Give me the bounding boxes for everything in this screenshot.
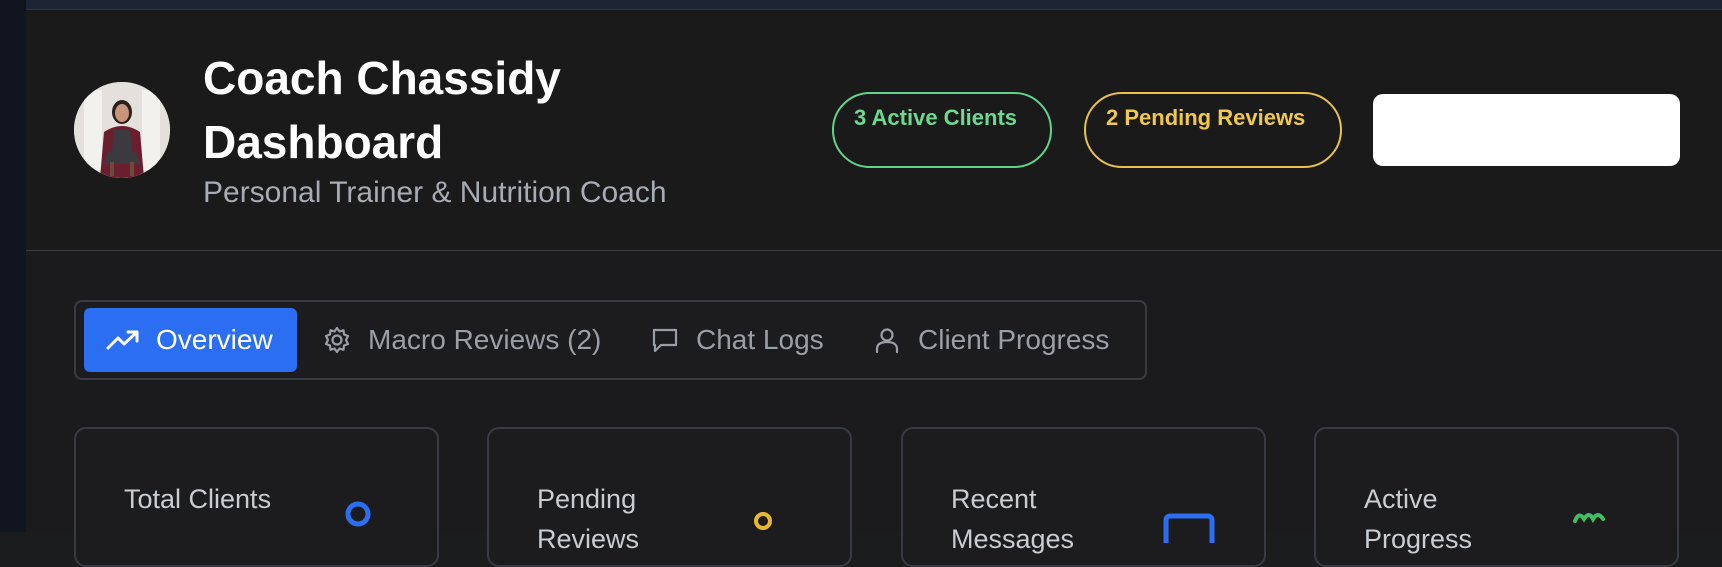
clock-icon bbox=[751, 509, 775, 533]
stat-card-label: Total Clients bbox=[124, 479, 294, 519]
activity-icon bbox=[1571, 509, 1611, 539]
page-title: Coach Chassidy Dashboard bbox=[203, 46, 623, 174]
dashboard-main: Coach Chassidy Dashboard Personal Traine… bbox=[26, 10, 1722, 532]
tab-bar: Overview Macro Reviews (2) Chat Logs Cli… bbox=[74, 300, 1147, 380]
user-icon bbox=[872, 325, 902, 355]
stat-card-pending-reviews: Pending Reviews bbox=[487, 427, 852, 567]
chat-bubble-icon bbox=[650, 325, 680, 355]
stat-card-recent-messages: Recent Messages bbox=[901, 427, 1266, 567]
coach-photo bbox=[74, 82, 170, 178]
tab-client-progress[interactable]: Client Progress bbox=[872, 308, 1109, 372]
tab-chat-logs-label: Chat Logs bbox=[696, 324, 824, 356]
left-sidebar-edge bbox=[0, 0, 26, 532]
header-action-button[interactable] bbox=[1373, 94, 1680, 166]
tab-chat-logs[interactable]: Chat Logs bbox=[650, 308, 824, 372]
gear-icon bbox=[322, 325, 352, 355]
tab-overview[interactable]: Overview bbox=[84, 308, 297, 372]
tab-macro-reviews-label: Macro Reviews (2) bbox=[368, 324, 601, 356]
tab-client-progress-label: Client Progress bbox=[918, 324, 1109, 356]
dashboard-header: Coach Chassidy Dashboard Personal Traine… bbox=[26, 10, 1722, 251]
users-icon bbox=[343, 499, 373, 529]
avatar bbox=[74, 82, 170, 178]
tab-overview-label: Overview bbox=[156, 324, 273, 356]
stat-card-label: Pending Reviews bbox=[537, 479, 707, 559]
message-icon bbox=[1163, 513, 1215, 543]
trending-up-icon bbox=[106, 328, 140, 352]
stat-card-label: Active Progress bbox=[1364, 479, 1534, 559]
pending-reviews-badge: 2 Pending Reviews bbox=[1084, 92, 1342, 168]
stat-card-label: Recent Messages bbox=[951, 479, 1121, 559]
stat-card-active-progress: Active Progress bbox=[1314, 427, 1679, 567]
page-subtitle: Personal Trainer & Nutrition Coach bbox=[203, 173, 667, 213]
top-bar-edge bbox=[26, 0, 1722, 10]
tab-macro-reviews[interactable]: Macro Reviews (2) bbox=[322, 308, 601, 372]
stat-card-total-clients: Total Clients bbox=[74, 427, 439, 567]
active-clients-badge: 3 Active Clients bbox=[832, 92, 1052, 168]
